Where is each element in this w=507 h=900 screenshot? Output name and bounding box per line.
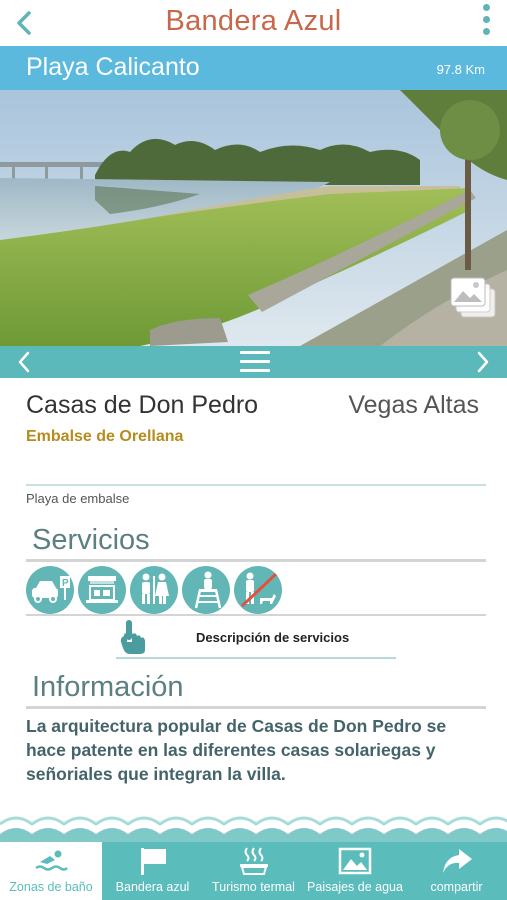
tab-label: Zonas de baño (9, 880, 93, 894)
chevron-right-icon (477, 351, 489, 373)
region-name: Vegas Altas (348, 391, 479, 419)
hamburger-icon[interactable] (240, 351, 270, 373)
divider (26, 559, 486, 562)
next-photo-button[interactable] (471, 350, 493, 374)
services-description-label: Descripción de servicios (196, 630, 350, 645)
tab-label: Bandera azul (115, 880, 190, 894)
svg-text:P: P (62, 578, 69, 589)
carousel-controls (0, 346, 507, 378)
tab-bandera-azul[interactable]: Bandera azul (102, 842, 203, 900)
flag-icon (135, 846, 171, 876)
vertical-dots-icon (482, 4, 490, 11)
tab-label: Paisajes de agua (307, 880, 403, 894)
services-description-link[interactable]: Descripción de servicios (116, 616, 396, 660)
tab-label: Turismo termal (212, 880, 295, 894)
no-dogs-icon[interactable] (234, 566, 282, 614)
tab-compartir[interactable]: compartir (406, 842, 507, 900)
car-parking-icon[interactable]: P (26, 566, 74, 614)
beach-title-bar: Playa Calicanto 97.8 Km (0, 46, 507, 90)
chevron-left-icon (18, 351, 30, 373)
information-title: Información (32, 671, 184, 703)
previous-photo-button[interactable] (14, 350, 36, 374)
tap-hand-icon (118, 618, 148, 656)
kiosk-icon[interactable] (78, 566, 126, 614)
tab-turismo-termal[interactable]: Turismo termal (203, 842, 304, 900)
beach-photo-image (0, 90, 507, 346)
photo-gallery-icon[interactable] (449, 275, 499, 323)
services-title: Servicios (32, 524, 150, 556)
app-title: Bandera Azul (165, 5, 342, 37)
divider (26, 706, 486, 709)
town-name: Casas de Don Pedro (26, 391, 259, 419)
information-text: La arquitectura popular de Casas de Don … (26, 716, 447, 784)
tab-zonas-de-bano[interactable]: Zonas de baño (0, 842, 102, 900)
top-app-bar: Bandera Azul (0, 0, 507, 46)
reservoir-name: Embalse de Orellana (26, 428, 184, 445)
divider (116, 657, 396, 659)
share-arrow-icon (439, 846, 475, 876)
restrooms-icon[interactable] (130, 566, 178, 614)
tab-label: compartir (430, 880, 483, 894)
landscape-image-icon (337, 846, 373, 876)
overflow-menu-button[interactable] (479, 4, 493, 42)
beach-name: Playa Calicanto (26, 53, 200, 81)
beach-distance: 97.8 Km (436, 62, 485, 77)
beach-type: Playa de embalse (26, 491, 130, 506)
lifeguard-icon[interactable] (182, 566, 230, 614)
swimmer-icon (33, 846, 69, 876)
divider (26, 484, 486, 486)
bottom-tab-bar: Zonas de baño Bandera azul Turismo terma… (0, 842, 507, 900)
decorative-waves (0, 808, 507, 842)
hot-spring-icon (236, 846, 272, 876)
tab-paisajes-de-agua[interactable]: Paisajes de agua (304, 842, 406, 900)
beach-photo[interactable] (0, 90, 507, 346)
